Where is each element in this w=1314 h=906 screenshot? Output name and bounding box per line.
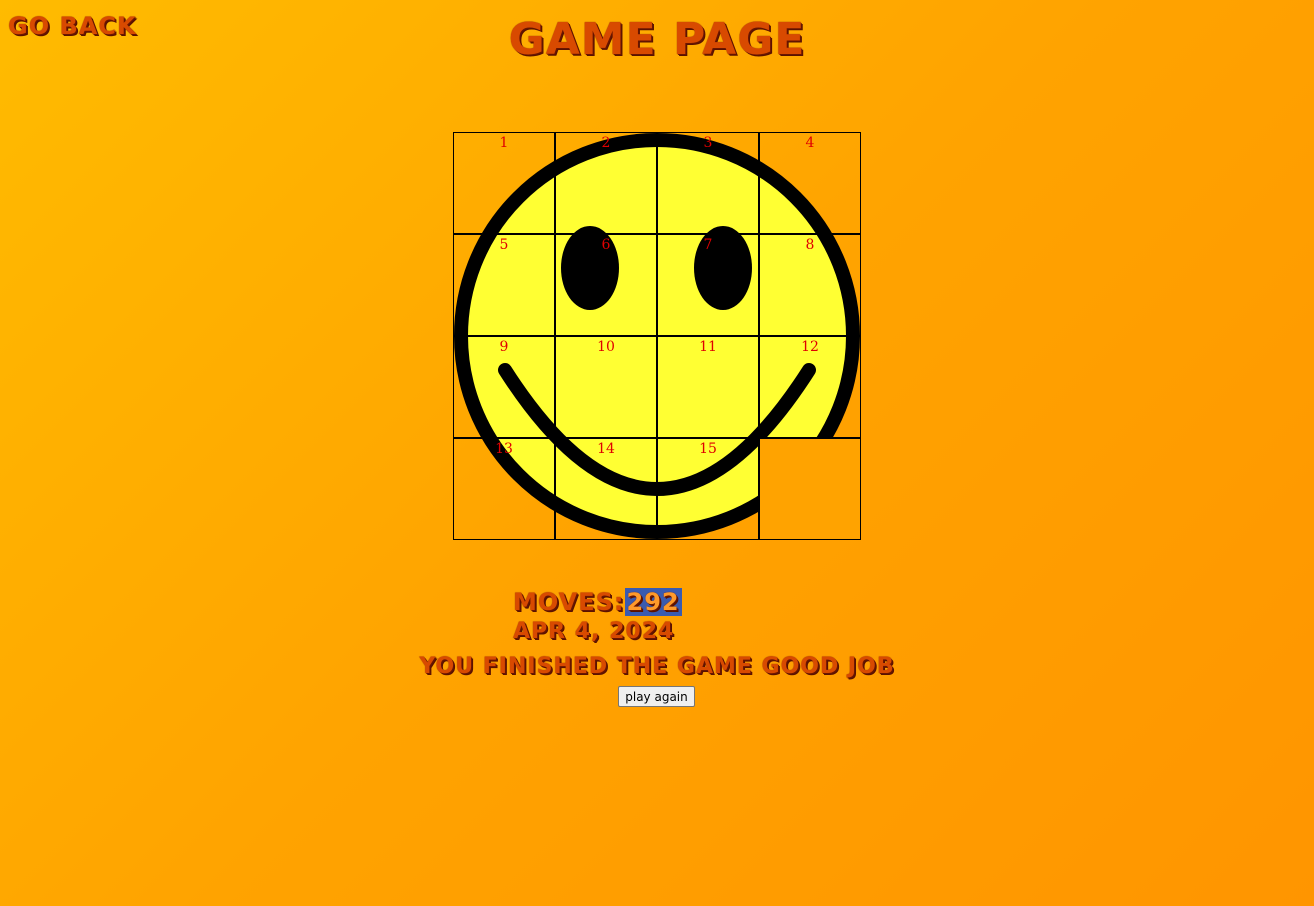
moves-counter: Moves:292 — [513, 588, 682, 616]
puzzle-tile[interactable]: 2 — [555, 132, 657, 234]
puzzle-tile[interactable]: 6 — [555, 234, 657, 336]
tile-grid: 1 2 3 4 5 6 7 8 9 10 11 12 13 14 15 — [453, 132, 861, 540]
puzzle-tile[interactable]: 14 — [555, 438, 657, 540]
moves-label: Moves: — [513, 588, 625, 616]
completion-message: You finished the game good job — [419, 654, 895, 679]
puzzle-tile[interactable]: 8 — [759, 234, 861, 336]
moves-value: 292 — [624, 588, 682, 616]
page-title: Game Page — [508, 14, 806, 65]
puzzle-tile[interactable]: 5 — [453, 234, 555, 336]
puzzle-tile[interactable]: 1 — [453, 132, 555, 234]
puzzle-tile[interactable]: 10 — [555, 336, 657, 438]
puzzle-tile[interactable]: 13 — [453, 438, 555, 540]
puzzle-tile[interactable]: 9 — [453, 336, 555, 438]
empty-tile-slot[interactable] — [759, 438, 861, 540]
puzzle-tile[interactable]: 3 — [657, 132, 759, 234]
puzzle-tile[interactable]: 12 — [759, 336, 861, 438]
puzzle-tile[interactable]: 15 — [657, 438, 759, 540]
play-again-button[interactable]: play again — [618, 686, 695, 707]
game-date: Apr 4, 2024 — [513, 619, 675, 644]
puzzle-tile[interactable]: 4 — [759, 132, 861, 234]
puzzle-tile[interactable]: 11 — [657, 336, 759, 438]
puzzle-tile[interactable]: 7 — [657, 234, 759, 336]
puzzle-board: 1 2 3 4 5 6 7 8 9 10 11 12 13 14 15 — [453, 132, 861, 540]
